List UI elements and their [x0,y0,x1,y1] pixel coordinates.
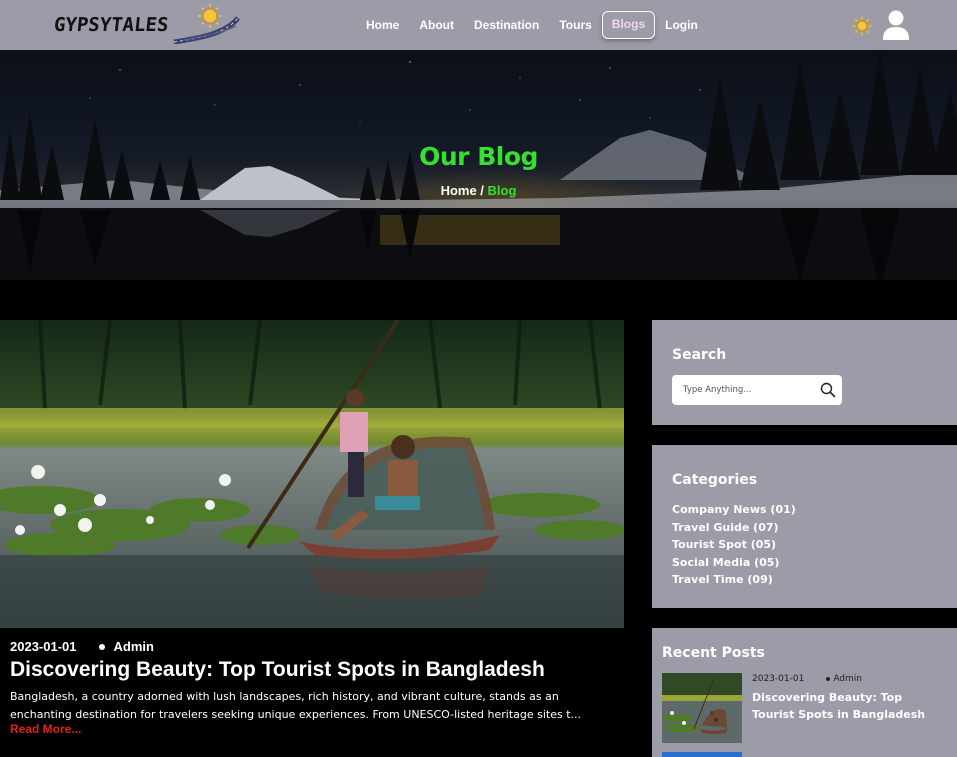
navbar: GYPSYTALES Home About Destination Tours … [0,0,957,50]
sun-icon[interactable] [852,16,872,36]
nav-about[interactable]: About [409,11,464,39]
nav-tours[interactable]: Tours [549,11,601,39]
category-item[interactable]: Company News (01) [672,501,796,519]
category-item[interactable]: Travel Guide (07) [672,519,796,537]
recent-post-date: 2023-01-01 [752,674,805,684]
recent-post-thumbnail[interactable] [662,673,742,743]
search-card: Search [652,320,957,425]
recent-post-title[interactable]: Discovering Beauty: Top Tourist Spots in… [752,689,947,723]
nav-destination[interactable]: Destination [464,11,549,39]
recent-post-author: Admin [833,674,862,684]
categories-card-title: Categories [672,472,758,488]
post-excerpt: Bangladesh, a country adorned with lush … [10,690,582,721]
recent-posts-title: Recent Posts [662,645,765,661]
page-title: Our Blog [419,142,538,171]
nav-login[interactable]: Login [655,11,708,39]
recent-posts-card: Recent Posts 2023-01-01 Admin Discoverin… [652,628,957,757]
recent-post-thumb-image [662,673,742,743]
search-card-title: Search [672,347,727,363]
search-input[interactable] [672,375,812,405]
category-item[interactable]: Tourist Spot (05) [672,536,796,554]
search-icon[interactable] [820,382,836,398]
category-item[interactable]: Travel Time (09) [672,571,796,589]
read-more-link[interactable]: Read More... [10,722,81,736]
nav-home[interactable]: Home [356,11,409,39]
post-author: Admin [113,639,154,654]
hero-banner: Our Blog Home / Blog [0,50,957,290]
boat-on-lake-image [0,320,624,628]
category-list: Company News (01) Travel Guide (07) Tour… [672,501,796,589]
recent-post-thumbnail[interactable] [662,752,742,757]
post-meta: 2023-01-01 Admin [10,639,154,654]
post-date: 2023-01-01 [10,639,77,654]
post-title[interactable]: Discovering Beauty: Top Tourist Spots in… [10,658,545,682]
post-featured-image[interactable] [0,320,624,628]
recent-post-meta: 2023-01-01 Admin [752,674,862,684]
breadcrumb-current: Blog [487,183,517,198]
breadcrumb-home-link[interactable]: Home [441,183,477,198]
breadcrumb: Home / Blog [0,183,957,198]
meta-dot-icon [826,677,831,681]
meta-dot-icon [98,643,105,650]
search-box [672,375,842,405]
logo-text: GYPSYTALES [52,14,170,36]
logo-sun-road-icon [173,4,240,44]
site-logo[interactable]: GYPSYTALES [52,4,244,46]
user-icon[interactable] [882,9,910,41]
main-nav: Home About Destination Tours Blogs Login [356,11,708,39]
categories-card: Categories Company News (01) Travel Guid… [652,445,957,608]
nav-blogs[interactable]: Blogs [601,11,656,39]
category-item[interactable]: Social Media (05) [672,554,796,572]
breadcrumb-separator: / [476,183,488,198]
